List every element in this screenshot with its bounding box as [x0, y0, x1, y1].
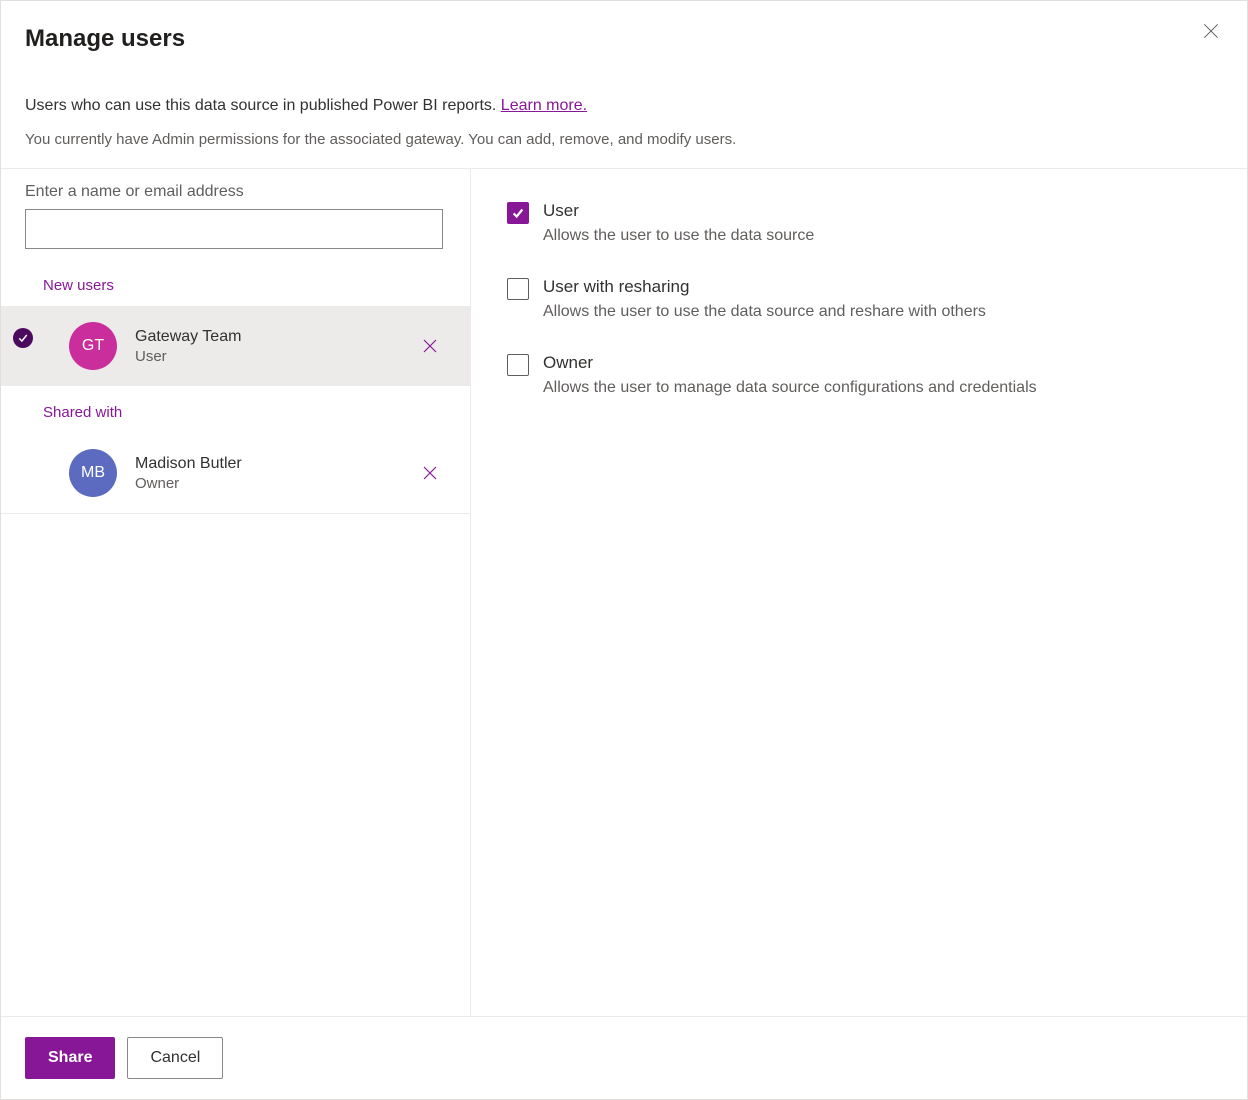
selected-indicator: [13, 328, 33, 348]
user-role: User: [135, 348, 414, 365]
role-checkbox-user[interactable]: [507, 202, 529, 224]
role-option-owner: Owner Allows the user to manage data sou…: [507, 353, 1219, 397]
role-checkbox-owner[interactable]: [507, 354, 529, 376]
user-name: Gateway Team: [135, 328, 414, 346]
user-role: Owner: [135, 475, 414, 492]
user-info: Madison Butler Owner: [135, 455, 414, 492]
dialog-title: Manage users: [25, 25, 1223, 53]
role-description: Allows the user to use the data source a…: [543, 303, 1219, 321]
role-option-resharing: User with resharing Allows the user to u…: [507, 277, 1219, 321]
learn-more-link[interactable]: Learn more.: [501, 97, 587, 114]
avatar: MB: [69, 449, 117, 497]
name-email-input[interactable]: [25, 209, 443, 249]
user-name: Madison Butler: [135, 455, 414, 473]
role-text: User Allows the user to use the data sou…: [543, 201, 1219, 245]
left-pane: Enter a name or email address New users …: [1, 169, 471, 1016]
input-section: Enter a name or email address: [1, 169, 470, 259]
check-icon: [511, 206, 525, 220]
user-row-gateway-team[interactable]: GT Gateway Team User: [1, 306, 470, 386]
share-button[interactable]: Share: [25, 1037, 115, 1079]
role-text: User with resharing Allows the user to u…: [543, 277, 1219, 321]
avatar: GT: [69, 322, 117, 370]
role-description: Allows the user to use the data source: [543, 227, 1219, 245]
role-option-user: User Allows the user to use the data sou…: [507, 201, 1219, 245]
remove-user-button[interactable]: [414, 457, 446, 489]
dialog-description: Users who can use this data source in pu…: [25, 97, 1223, 115]
dialog-header: Manage users Users who can use this data…: [1, 1, 1247, 169]
new-users-heading: New users: [1, 259, 470, 306]
close-button[interactable]: [1195, 15, 1227, 47]
role-label: User with resharing: [543, 277, 1219, 297]
role-description: Allows the user to manage data source co…: [543, 379, 1219, 397]
remove-user-button[interactable]: [414, 330, 446, 362]
manage-users-dialog: Manage users Users who can use this data…: [0, 0, 1248, 1100]
close-icon: [1201, 21, 1221, 41]
check-icon: [17, 332, 29, 344]
right-pane: User Allows the user to use the data sou…: [471, 169, 1247, 1016]
dialog-footer: Share Cancel: [1, 1016, 1247, 1099]
user-row-madison-butler[interactable]: MB Madison Butler Owner: [1, 433, 470, 514]
dialog-body: Enter a name or email address New users …: [1, 169, 1247, 1016]
close-icon: [422, 338, 438, 354]
shared-with-heading: Shared with: [1, 386, 470, 433]
permission-note: You currently have Admin permissions for…: [25, 131, 1223, 148]
name-input-label: Enter a name or email address: [25, 183, 446, 201]
role-text: Owner Allows the user to manage data sou…: [543, 353, 1219, 397]
cancel-button[interactable]: Cancel: [127, 1037, 223, 1079]
role-label: Owner: [543, 353, 1219, 373]
role-checkbox-resharing[interactable]: [507, 278, 529, 300]
dialog-description-text: Users who can use this data source in pu…: [25, 97, 501, 114]
close-icon: [422, 465, 438, 481]
role-label: User: [543, 201, 1219, 221]
user-info: Gateway Team User: [135, 328, 414, 365]
